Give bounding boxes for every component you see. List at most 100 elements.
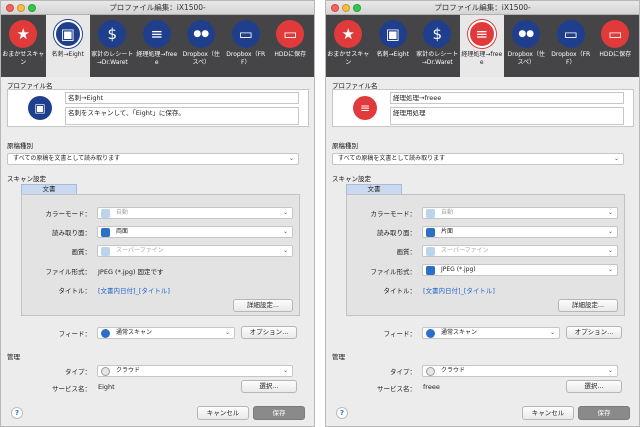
save-button[interactable]: 保存 bbox=[578, 406, 630, 420]
title-bar: プロファイル編集：iX1500- bbox=[1, 1, 314, 15]
cancel-button[interactable]: キャンセル bbox=[197, 406, 249, 420]
document-type-value: すべての原稿を文書として読み取ります bbox=[338, 155, 446, 162]
settings-body: プロファイル名 ≡ 経理処理→freee 経理用処理 原稿種別 すべての原稿を文… bbox=[326, 77, 639, 426]
profile-name-input[interactable]: 経理処理→freee bbox=[390, 92, 624, 104]
profile-accounting-freee[interactable]: ≡ 経理処理→freee bbox=[135, 15, 180, 77]
feed-label: フィード： bbox=[58, 330, 91, 338]
profile-omakase-scan[interactable]: ★ おまかせスキャン bbox=[1, 15, 46, 77]
type-label: タイプ： bbox=[390, 368, 416, 376]
scan-settings-heading: スキャン設定 bbox=[7, 175, 46, 183]
chevron-down-icon: ⌄ bbox=[288, 155, 294, 162]
manage-heading: 管理 bbox=[332, 353, 345, 361]
duplex-icon bbox=[101, 228, 110, 237]
profile-description-input[interactable]: 経理用処理 bbox=[390, 107, 624, 125]
window-title: プロファイル編集：iX1500- bbox=[109, 3, 206, 12]
profile-dropbox-frf[interactable]: ▭ Dropbox（FRF） bbox=[549, 15, 594, 77]
service-name-value: Eight bbox=[98, 383, 115, 391]
people-icon: ●● bbox=[187, 20, 216, 48]
cloud-icon bbox=[426, 367, 435, 376]
chevron-down-icon: ⌄ bbox=[282, 367, 288, 374]
select-service-button[interactable]: 選択... bbox=[241, 380, 297, 393]
profile-accounting-freee[interactable]: ≡ 経理処理→freee bbox=[459, 15, 504, 77]
profile-label: Dropbox（FRF） bbox=[226, 51, 266, 66]
folder-icon: ▭ bbox=[601, 20, 630, 48]
feed-icon bbox=[426, 329, 435, 338]
business-card-icon: ▣ bbox=[53, 20, 82, 48]
profile-receipt-drwallet[interactable]: $ 家計のレシート→Dr.Waret bbox=[415, 15, 460, 77]
cloud-icon bbox=[101, 367, 110, 376]
feed-value: 通常スキャン bbox=[441, 329, 478, 336]
profile-toolbar: ★ おまかせスキャン ▣ 名刺→Eight $ 家計のレシート→Dr.Waret… bbox=[326, 15, 639, 77]
select-service-button[interactable]: 選択... bbox=[566, 380, 622, 393]
color-mode-value: 自動 bbox=[116, 209, 129, 216]
options-button[interactable]: オプション... bbox=[241, 326, 297, 339]
receipt-icon: $ bbox=[98, 20, 127, 48]
minimize-window-button[interactable] bbox=[17, 4, 25, 12]
detail-settings-button[interactable]: 詳細設定... bbox=[233, 299, 293, 312]
chevron-down-icon: ⌄ bbox=[282, 228, 288, 235]
coins-icon: ≡ bbox=[353, 96, 377, 120]
profile-dropbox-suspe[interactable]: ●● Dropbox（住スペ） bbox=[504, 15, 549, 77]
profile-label: HDDに保存 bbox=[599, 51, 632, 58]
close-window-button[interactable] bbox=[6, 4, 14, 12]
profile-edit-window-eight: プロファイル編集：iX1500- ★ おまかせスキャン ▣ 名刺→Eight $… bbox=[0, 0, 315, 427]
quality-icon bbox=[426, 247, 435, 256]
close-window-button[interactable] bbox=[331, 4, 339, 12]
profile-label: 家計のレシート→Dr.Waret bbox=[91, 51, 134, 66]
document-type-select[interactable]: すべての原稿を文書として読み取ります ⌄ bbox=[7, 153, 299, 165]
chevron-down-icon: ⌄ bbox=[607, 367, 613, 374]
profile-business-card-eight[interactable]: ▣ 名刺→Eight bbox=[371, 15, 416, 77]
profile-label: 名刺→Eight bbox=[51, 51, 84, 58]
profile-hdd-save[interactable]: ▭ HDDに保存 bbox=[268, 15, 313, 77]
help-icon[interactable]: ? bbox=[336, 407, 348, 419]
profile-dropbox-suspe[interactable]: ●● Dropbox（住スペ） bbox=[179, 15, 224, 77]
color-mode-select[interactable]: 自動 ⌄ bbox=[422, 207, 618, 219]
zoom-window-button[interactable] bbox=[28, 4, 36, 12]
zoom-window-button[interactable] bbox=[353, 4, 361, 12]
chevron-down-icon: ⌄ bbox=[549, 329, 555, 336]
service-name-label: サービス名： bbox=[377, 385, 416, 393]
chevron-down-icon: ⌄ bbox=[224, 329, 230, 336]
profile-name-input[interactable]: 名刺→Eight bbox=[65, 92, 299, 104]
scan-side-select[interactable]: 片面 ⌄ bbox=[422, 226, 618, 238]
detail-settings-button[interactable]: 詳細設定... bbox=[558, 299, 618, 312]
feed-value: 通常スキャン bbox=[116, 329, 153, 336]
cancel-button[interactable]: キャンセル bbox=[522, 406, 574, 420]
help-icon[interactable]: ? bbox=[11, 407, 23, 419]
profile-omakase-scan[interactable]: ★ おまかせスキャン bbox=[326, 15, 371, 77]
jpeg-icon bbox=[426, 266, 435, 275]
scan-side-label: 読み取り面： bbox=[377, 229, 416, 237]
scan-side-select[interactable]: 両面 ⌄ bbox=[97, 226, 293, 238]
profile-toolbar: ★ おまかせスキャン ▣ 名刺→Eight $ 家計のレシート→Dr.Waret… bbox=[1, 15, 314, 77]
color-mode-icon bbox=[426, 209, 435, 218]
filename-link[interactable]: [文書内日付]_[タイトル] bbox=[98, 285, 170, 295]
type-select[interactable]: クラウド ⌄ bbox=[422, 365, 618, 377]
profile-description-input[interactable]: 名刺をスキャンして、「Eight」に保存。 bbox=[65, 107, 299, 125]
profile-hdd-save[interactable]: ▭ HDDに保存 bbox=[593, 15, 638, 77]
quality-select[interactable]: スーパーファイン ⌄ bbox=[97, 245, 293, 257]
minimize-window-button[interactable] bbox=[342, 4, 350, 12]
feed-select[interactable]: 通常スキャン ⌄ bbox=[97, 327, 235, 339]
color-mode-label: カラーモード： bbox=[45, 210, 92, 218]
type-select[interactable]: クラウド ⌄ bbox=[97, 365, 293, 377]
filename-link[interactable]: [文書内日付]_[タイトル] bbox=[423, 285, 495, 295]
profile-business-card-eight[interactable]: ▣ 名刺→Eight bbox=[45, 15, 90, 77]
profile-dropbox-frf[interactable]: ▭ Dropbox（FRF） bbox=[224, 15, 269, 77]
type-value: クラウド bbox=[116, 367, 141, 374]
profile-label: 家計のレシート→Dr.Waret bbox=[416, 51, 459, 66]
profile-receipt-drwallet[interactable]: $ 家計のレシート→Dr.Waret bbox=[90, 15, 135, 77]
type-label: タイプ： bbox=[65, 368, 91, 376]
type-value: クラウド bbox=[441, 367, 466, 374]
profile-label: 経理処理→freee bbox=[461, 51, 503, 66]
quality-select[interactable]: スーパーファイン ⌄ bbox=[422, 245, 618, 257]
star-icon: ★ bbox=[334, 20, 363, 48]
receipt-icon: $ bbox=[423, 20, 452, 48]
scan-settings-heading: スキャン設定 bbox=[332, 175, 371, 183]
window-title: プロファイル編集：iX1500- bbox=[434, 3, 531, 12]
color-mode-select[interactable]: 自動 ⌄ bbox=[97, 207, 293, 219]
document-type-select[interactable]: すべての原稿を文書として読み取ります ⌄ bbox=[332, 153, 624, 165]
file-format-select[interactable]: JPEG (*.jpg) ⌄ bbox=[422, 264, 618, 276]
options-button[interactable]: オプション... bbox=[566, 326, 622, 339]
save-button[interactable]: 保存 bbox=[253, 406, 305, 420]
feed-select[interactable]: 通常スキャン ⌄ bbox=[422, 327, 560, 339]
